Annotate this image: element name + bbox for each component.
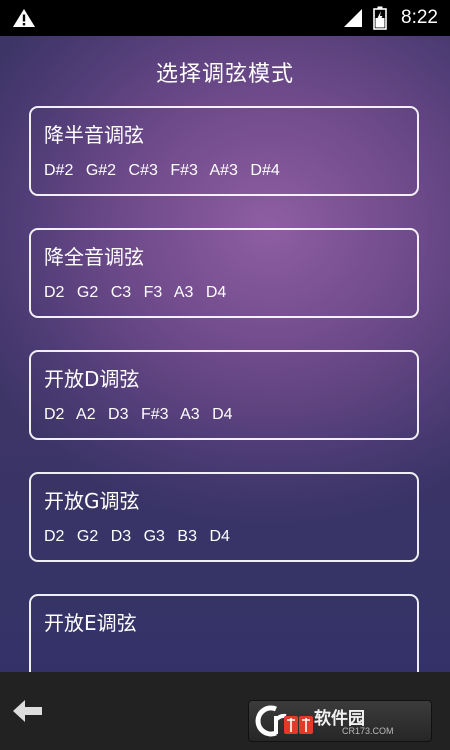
note: D4	[209, 528, 230, 545]
tuning-notes: D2 A2 D3 F#3 A3 D4	[44, 404, 241, 426]
tuning-card-whole-step-down[interactable]: 降全音调弦 D2 G2 C3 F3 A3 D4	[29, 228, 419, 318]
signal-icon	[344, 9, 362, 27]
note: D4	[212, 406, 233, 423]
note: C3	[110, 284, 132, 301]
warning-icon	[13, 9, 35, 27]
note: F3	[143, 284, 163, 301]
note: F#3	[170, 162, 198, 179]
tuning-name: 降全音调弦	[44, 245, 144, 269]
tuning-notes: D#2 G#2 C#3 F#3 A#3 D#4	[44, 160, 288, 182]
status-bar: 8:22	[0, 0, 450, 36]
tuning-card-open-e[interactable]: 开放E调弦	[29, 594, 419, 672]
note: D3	[108, 406, 129, 423]
bottom-bar: 软件园 CR173.COM	[0, 672, 450, 750]
back-arrow-icon[interactable]	[12, 698, 44, 724]
tuning-name: 开放G调弦	[44, 489, 140, 513]
note: G3	[143, 528, 165, 545]
note: A2	[76, 406, 96, 423]
note: D4	[205, 284, 227, 301]
note: D2	[44, 284, 65, 301]
tuning-notes: D2 G2 D3 G3 B3 D4	[44, 526, 238, 548]
watermark-logo-icon	[255, 705, 313, 737]
note: B3	[177, 528, 197, 545]
tuning-name: 开放E调弦	[44, 611, 137, 635]
note: D#4	[250, 162, 280, 179]
note: A3	[173, 284, 194, 301]
note: G2	[76, 284, 99, 301]
page-title: 选择调弦模式	[155, 62, 294, 87]
note: C#3	[128, 162, 158, 179]
tuning-card-half-step-down[interactable]: 降半音调弦 D#2 G#2 C#3 F#3 A#3 D#4	[29, 106, 419, 196]
note: D2	[44, 406, 65, 423]
note: A3	[180, 406, 200, 423]
tuning-name: 开放D调弦	[44, 367, 140, 391]
watermark-logo: 软件园 CR173.COM	[248, 700, 432, 742]
app-screen: 8:22 选择调弦模式 降半音调弦 D#2 G#2 C#3 F#3 A#3 D#…	[0, 0, 450, 750]
note: G2	[76, 528, 99, 545]
tuning-notes: D2 G2 C3 F3 A3 D4	[44, 282, 234, 304]
note: F#3	[140, 406, 169, 423]
status-time: 8:22	[401, 7, 438, 28]
note: D#2	[44, 162, 74, 179]
note: D2	[44, 528, 65, 545]
tuning-card-open-d[interactable]: 开放D调弦 D2 A2 D3 F#3 A3 D4	[29, 350, 419, 440]
note: D3	[110, 528, 132, 545]
tuning-name: 降半音调弦	[44, 123, 144, 147]
note: G#2	[85, 162, 117, 179]
battery-icon	[373, 6, 387, 30]
watermark-url: CR173.COM	[342, 726, 394, 736]
tuning-mode-list: 选择调弦模式 降半音调弦 D#2 G#2 C#3 F#3 A#3 D#4 降全音…	[0, 36, 450, 672]
note: A#3	[209, 162, 238, 179]
tuning-card-open-g[interactable]: 开放G调弦 D2 G2 D3 G3 B3 D4	[29, 472, 419, 562]
